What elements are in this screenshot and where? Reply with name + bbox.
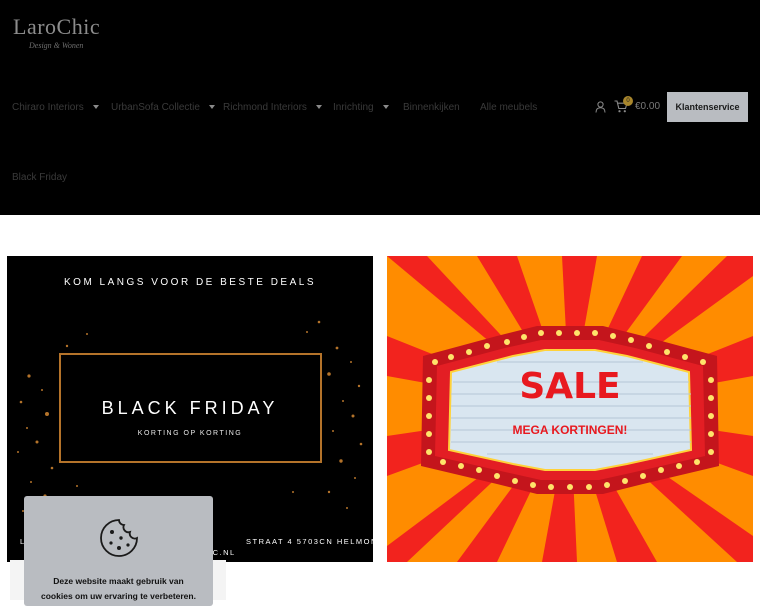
nav-item-label: Alle meubels <box>480 101 538 113</box>
sale-banner[interactable]: SALE MEGA KORTINGEN! <box>387 256 753 562</box>
nav-item-label: Chiraro Interiors <box>12 101 84 113</box>
site-header: LaroChic Design & Wonen Chiraro Interior… <box>0 0 760 215</box>
bf-title: BLACK FRIDAY <box>101 398 279 418</box>
nav-item-label: Richmond Interiors <box>223 101 307 113</box>
nav-item-urbansofa-collectie[interactable]: UrbanSofa Collectie <box>111 100 215 114</box>
chevron-down-icon <box>315 105 322 109</box>
logo-wordmark: LaroChic <box>13 14 101 39</box>
nav-item-inrichting[interactable]: Inrichting <box>333 100 389 114</box>
cookie-message-line2: cookies om uw ervaring te verbeteren. <box>41 591 196 601</box>
bf-address-right: STRAAT 4 5703CN HELMOND <box>246 537 373 546</box>
nav-item-label: Inrichting <box>333 101 374 113</box>
chevron-down-icon <box>382 105 389 109</box>
user-icon[interactable] <box>595 101 606 113</box>
nav-item-alle-meubels[interactable]: Alle meubels <box>480 100 537 114</box>
bf-top-text: KOM LANGS VOOR DE BESTE DEALS <box>64 277 316 288</box>
cookie-message-line1: Deze website maakt gebruik van <box>53 576 184 586</box>
cart-count-badge: 0 <box>623 96 633 106</box>
cookie-notice: Deze website maakt gebruik van cookies o… <box>24 496 213 606</box>
sale-title: SALE <box>519 366 621 407</box>
nav-item-richmond-interiors[interactable]: Richmond Interiors <box>223 100 322 114</box>
marquee-sign <box>421 326 719 494</box>
logo[interactable]: LaroChic Design & Wonen <box>13 14 113 54</box>
bf-subtitle: KORTING OP KORTING <box>137 430 243 437</box>
nav-item-label: Binnenkijken <box>403 101 460 113</box>
klantenservice-button[interactable]: Klantenservice <box>667 92 748 122</box>
nav-item-chiraro-interiors[interactable]: Chiraro Interiors <box>12 100 99 114</box>
cookie-icon <box>100 519 138 557</box>
chevron-down-icon <box>92 105 99 109</box>
nav-item-label: UrbanSofa Collectie <box>111 101 200 113</box>
cart-total[interactable]: €0.00 <box>635 101 660 112</box>
logo-tagline: Design & Wonen <box>29 41 84 50</box>
bf-site-right: IC.NL <box>209 548 236 557</box>
chevron-down-icon <box>208 105 215 109</box>
nav-item-binnenkijken[interactable]: Binnenkijken <box>403 100 460 114</box>
nav-item-black-friday[interactable]: Black Friday <box>12 172 67 183</box>
sale-subtitle: MEGA KORTINGEN! <box>512 423 628 437</box>
